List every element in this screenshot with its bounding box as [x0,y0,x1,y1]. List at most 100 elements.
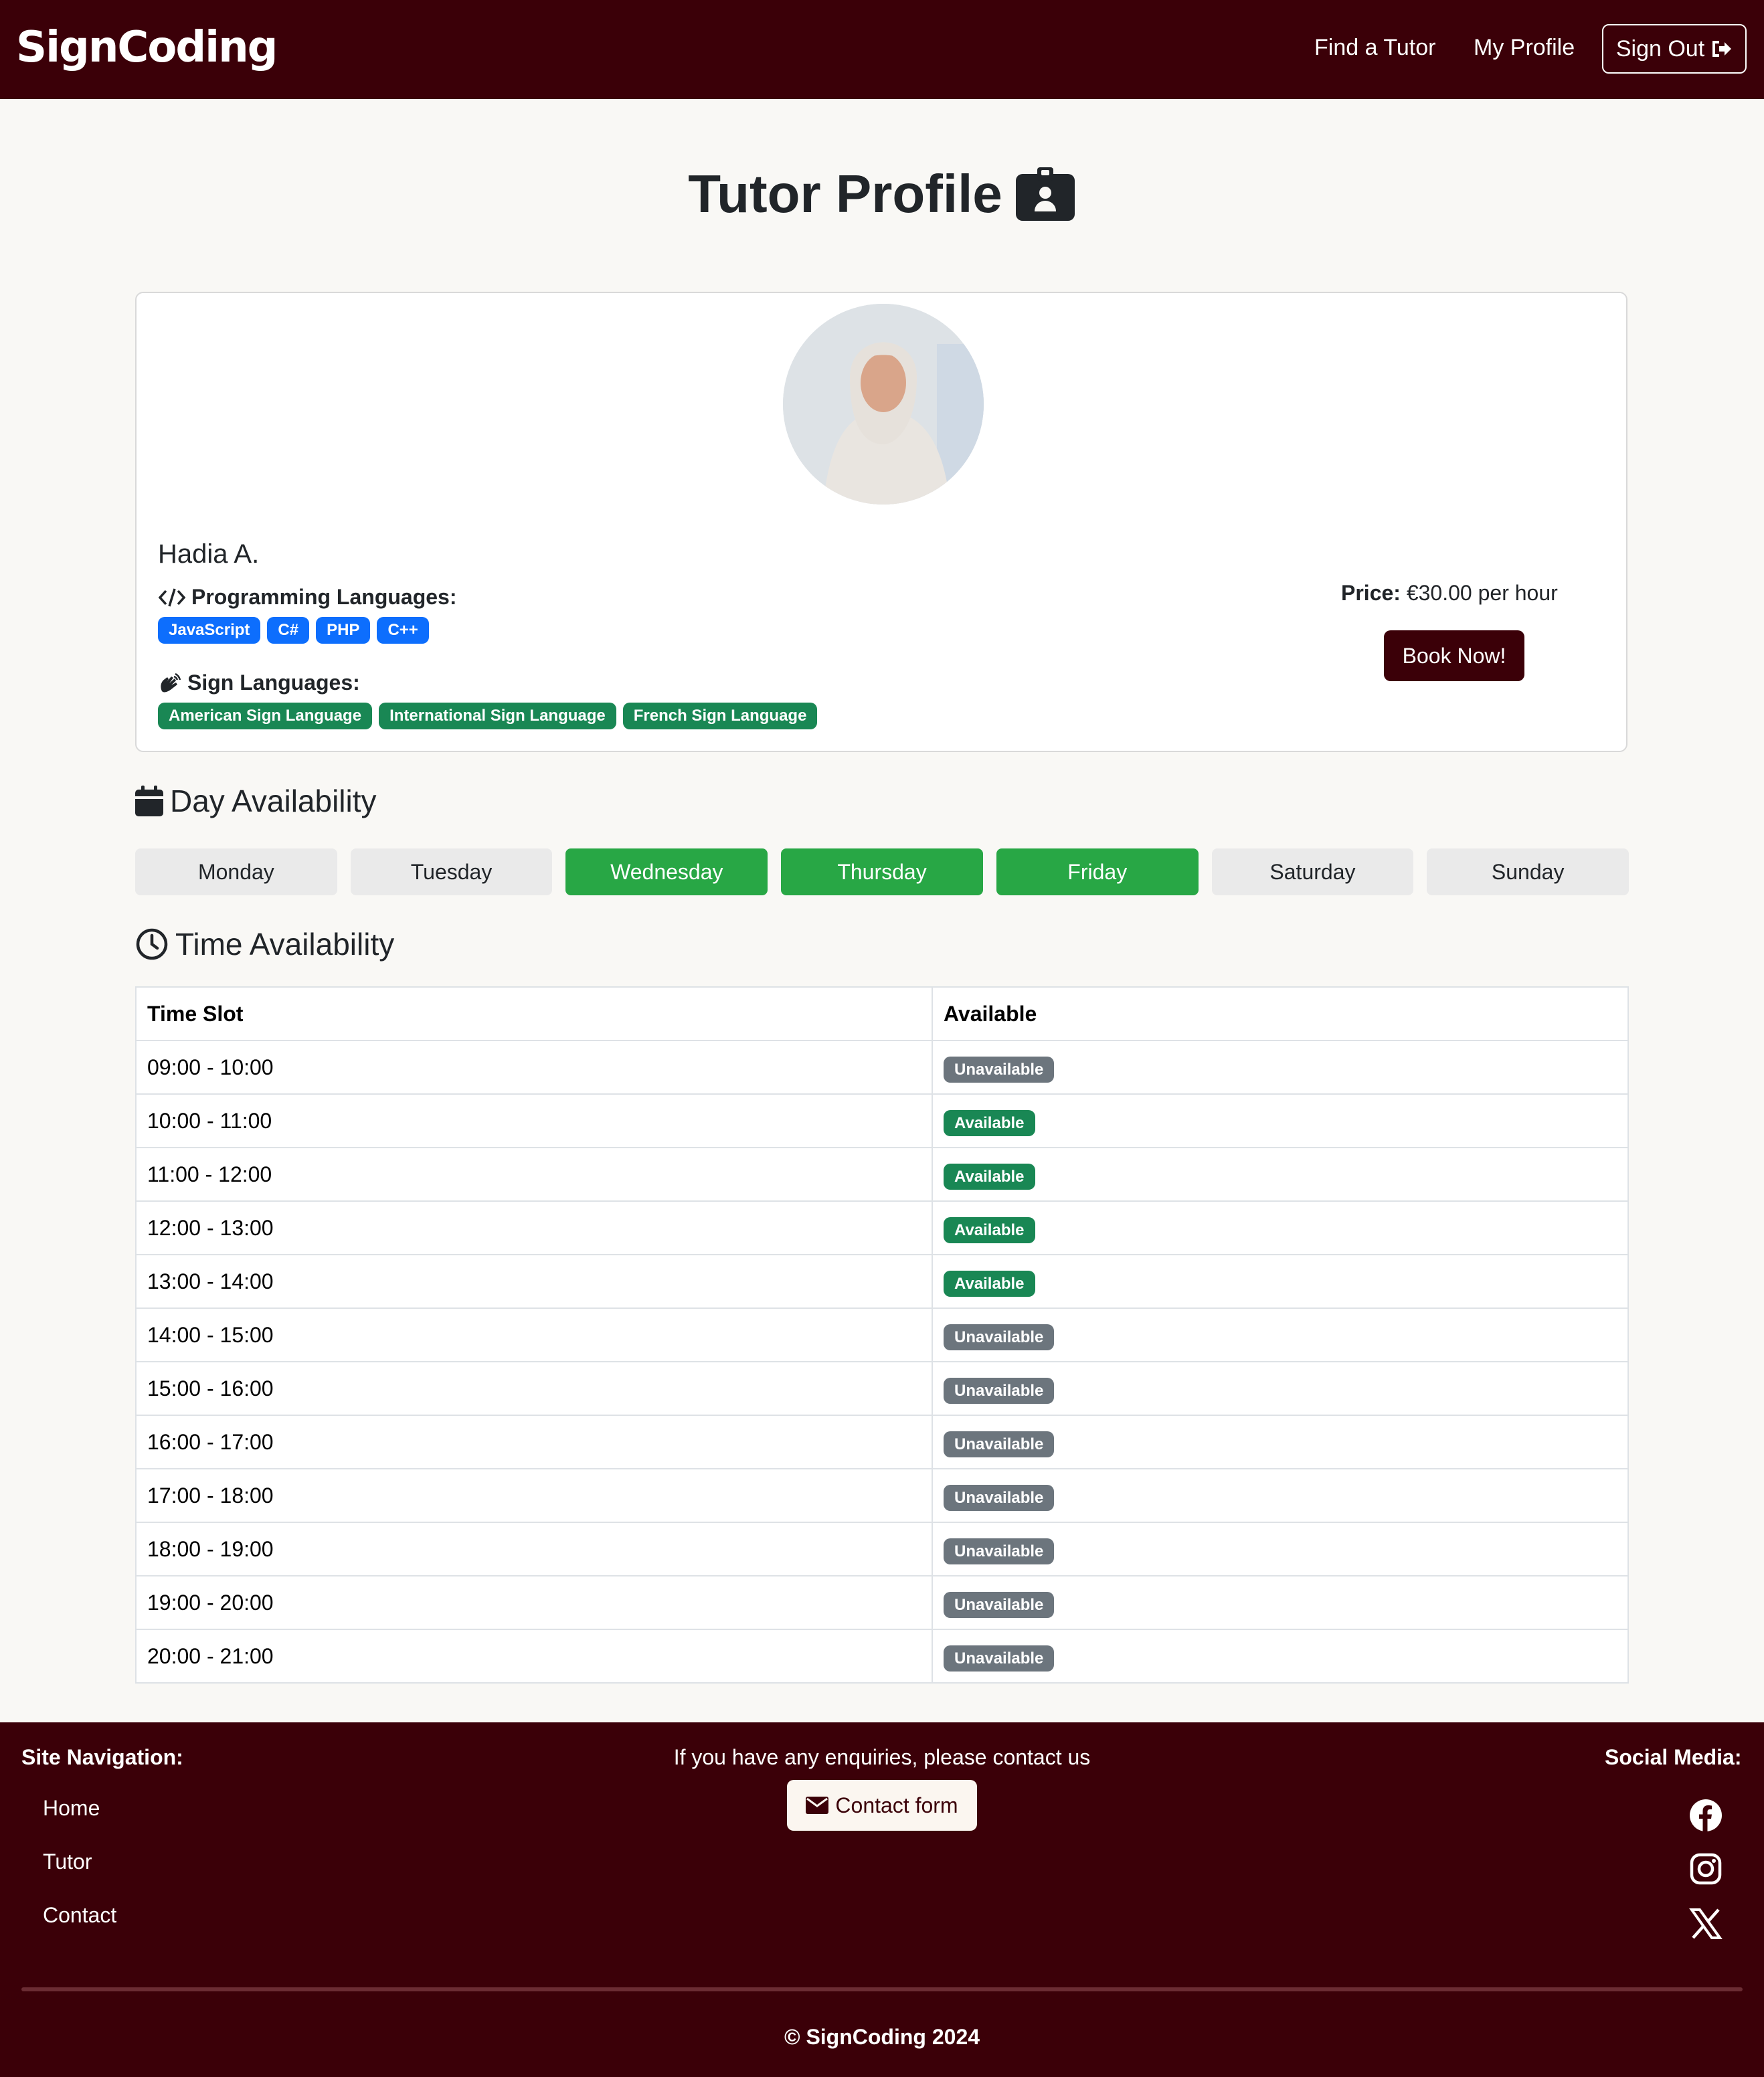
instagram-icon[interactable] [1689,1852,1723,1886]
programming-badge: JavaScript [158,617,261,644]
day-availability-heading: Day Availability [135,783,377,819]
time-slot: 13:00 - 14:00 [135,1254,933,1309]
status-badge: Unavailable [944,1484,1055,1511]
time-slot: 09:00 - 10:00 [135,1040,933,1095]
time-slot: 16:00 - 17:00 [135,1415,933,1469]
contact-form-button[interactable]: Contact form [787,1780,977,1831]
status-badge: Unavailable [944,1591,1055,1618]
table-row: 17:00 - 18:00 Unavailable [135,1468,1629,1523]
time-availability-heading: Time Availability [135,926,394,962]
table-row: 09:00 - 10:00 Unavailable [135,1040,1629,1095]
time-availability-title: Time Availability [175,927,395,962]
sign-language-badge: French Sign Language [622,703,818,729]
day-monday[interactable]: Monday [135,848,337,895]
sign-out-label: Sign Out [1615,35,1705,62]
col-time-slot: Time Slot [135,986,933,1041]
status-badge: Unavailable [944,1377,1055,1404]
time-slot: 11:00 - 12:00 [135,1147,933,1202]
programming-badge: C# [267,617,310,644]
footer: Site Navigation: Home Tutor Contact If y… [0,1722,1764,2077]
footer-link-home[interactable]: Home [43,1796,100,1821]
day-sunday[interactable]: Sunday [1427,848,1629,895]
table-row: 20:00 - 21:00 Unavailable [135,1629,1629,1684]
time-slot: 12:00 - 13:00 [135,1200,933,1255]
sign-badges: American Sign Language International Sig… [158,703,818,729]
time-slot: 15:00 - 16:00 [135,1361,933,1416]
sign-language-badge: American Sign Language [158,703,373,729]
programming-badge: C++ [377,617,429,644]
table-row: 12:00 - 13:00 Available [135,1200,1629,1255]
programming-badges: JavaScript C# PHP C++ [158,617,429,644]
table-row: 19:00 - 20:00 Unavailable [135,1575,1629,1630]
facebook-icon[interactable] [1689,1799,1723,1832]
day-tuesday[interactable]: Tuesday [350,848,553,895]
time-slot: 19:00 - 20:00 [135,1575,933,1630]
status-badge: Available [944,1216,1035,1243]
sign-language-badge: International Sign Language [379,703,616,729]
day-wednesday[interactable]: Wednesday [565,848,768,895]
page-title: Tutor Profile [0,163,1764,225]
navbar: SignCoding Find a Tutor My Profile Sign … [0,0,1764,99]
sign-languages-label: Sign Languages: [158,670,360,695]
time-slot: 20:00 - 21:00 [135,1629,933,1684]
status-badge: Unavailable [944,1431,1055,1457]
price-info: Price: €30.00 per hour [1341,581,1764,606]
time-slot: 18:00 - 19:00 [135,1522,933,1576]
status-badge: Available [944,1163,1035,1190]
status-badge: Available [944,1270,1035,1297]
status-badge: Unavailable [944,1056,1055,1083]
hands-signing-icon [161,672,181,692]
x-icon[interactable] [1689,1907,1723,1940]
footer-link-tutor[interactable]: Tutor [43,1849,92,1874]
table-row: 13:00 - 14:00 Available [135,1254,1629,1309]
id-badge-icon [1015,167,1075,221]
sign-out-icon [1712,41,1732,57]
status-badge: Unavailable [944,1324,1055,1350]
book-now-button[interactable]: Book Now! [1384,630,1524,681]
programming-label-text: Programming Languages: [191,585,457,609]
programming-badge: PHP [316,617,371,644]
day-selector: Monday Tuesday Wednesday Thursday Friday… [135,848,1629,895]
time-slots-table: Time Slot Available 09:00 - 10:00 Unavai… [135,986,1629,1684]
price-label: Price: [1341,581,1401,605]
table-row: 10:00 - 11:00 Available [135,1093,1629,1148]
table-row: 14:00 - 15:00 Unavailable [135,1307,1629,1362]
day-friday[interactable]: Friday [996,848,1199,895]
copyright: © SignCoding 2024 [784,2025,980,2049]
sign-label-text: Sign Languages: [187,670,360,695]
day-saturday[interactable]: Saturday [1211,848,1414,895]
status-badge: Unavailable [944,1538,1055,1564]
table-row: 15:00 - 16:00 Unavailable [135,1361,1629,1416]
page-title-text: Tutor Profile [688,164,1002,223]
tutor-card: Hadia A. Programming Languages: JavaScri… [135,292,1627,752]
table-row: 16:00 - 17:00 Unavailable [135,1415,1629,1469]
table-header-row: Time Slot Available [135,986,1629,1041]
footer-divider [21,1987,1743,1991]
day-thursday[interactable]: Thursday [781,848,983,895]
nav-find-tutor[interactable]: Find a Tutor [1314,35,1435,61]
price-value: €30.00 per hour [1406,581,1558,605]
time-slot: 17:00 - 18:00 [135,1468,933,1523]
footer-link-contact[interactable]: Contact [43,1903,116,1928]
sign-out-button[interactable]: Sign Out [1602,24,1747,74]
calendar-icon [135,786,163,816]
col-available: Available [932,986,1629,1041]
status-badge: Available [944,1109,1035,1136]
time-slot: 10:00 - 11:00 [135,1093,933,1148]
code-icon [158,588,186,607]
enquiries-text: If you have any enquiries, please contac… [673,1745,1091,1769]
table-row: 11:00 - 12:00 Available [135,1147,1629,1202]
status-badge: Unavailable [944,1645,1055,1672]
nav-my-profile[interactable]: My Profile [1474,35,1575,61]
tutor-name: Hadia A. [158,539,260,569]
avatar [783,304,984,505]
social-media-heading: Social Media: [1605,1745,1742,1769]
envelope-icon [806,1797,829,1814]
clock-icon [136,928,168,960]
day-availability-title: Day Availability [170,784,377,818]
contact-form-label: Contact form [835,1793,958,1817]
brand-logo[interactable]: SignCoding [16,23,278,72]
programming-languages-label: Programming Languages: [158,585,457,610]
time-slot: 14:00 - 15:00 [135,1307,933,1362]
table-row: 18:00 - 19:00 Unavailable [135,1522,1629,1576]
